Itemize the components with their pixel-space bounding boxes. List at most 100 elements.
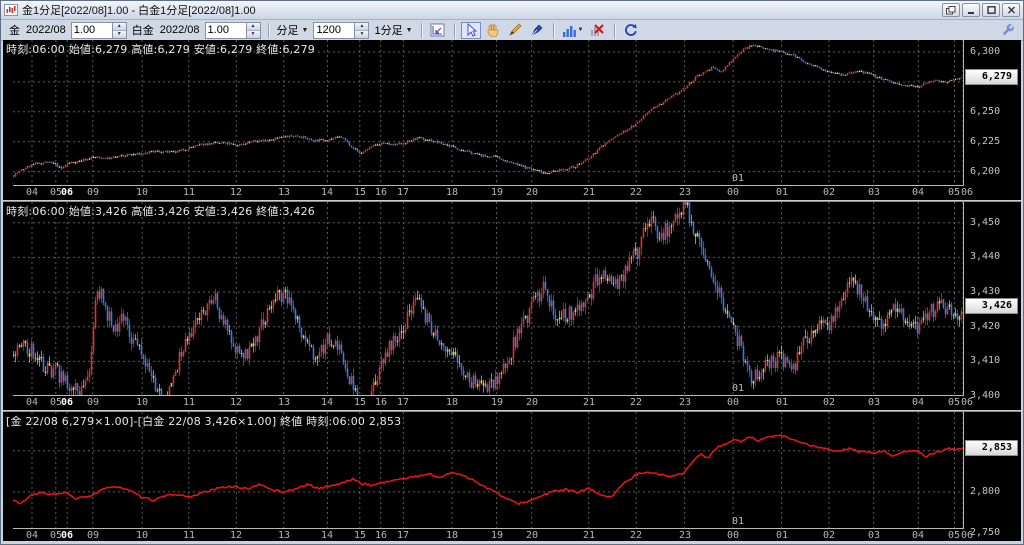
platinum-time-axis: 04 05 06 09 10 11 12 13 14 15 16 17 18 19 20 21 22 23 00 01…	[13, 395, 973, 410]
toolbar: 金 2022/08 ▲▼ 白金 2022/08 ▲▼ 分足 ▼ ▲▼ 1分足 ▼	[1, 20, 1023, 41]
time-tick-label: 04	[25, 397, 39, 408]
time-tick-label: 00	[726, 187, 740, 198]
price-axis-label: 3,400	[970, 390, 1001, 401]
time-tick-label: 21	[582, 530, 596, 541]
close-button[interactable]	[1002, 3, 1020, 17]
gold-time-axis: 04 05 06 09 10 11 12 13 14 15 16 17 18 19 20 21 22 23 00 01…	[13, 185, 973, 200]
time-tick-label: 01	[775, 530, 789, 541]
time-tick-label: 10	[135, 187, 149, 198]
gold-plot[interactable]: 01	[13, 40, 964, 186]
date-marker: 01	[732, 516, 745, 527]
interval-label: 1分足	[374, 25, 403, 37]
bar-type-label: 分足	[276, 25, 299, 37]
gold-multiplier-spinner[interactable]: ▲▼	[70, 21, 127, 39]
spin-down-icon[interactable]: ▼	[355, 30, 369, 38]
refresh-icon[interactable]	[621, 22, 641, 39]
time-tick-label: 00	[726, 530, 740, 541]
spread-info: [金 22/08 6,279×1.00]-[白金 22/08 3,426×1.0…	[6, 415, 402, 428]
chart-crosshair-icon[interactable]	[428, 22, 448, 39]
popout-button[interactable]	[942, 3, 960, 17]
time-tick-label: 01	[775, 187, 789, 198]
minimize-button[interactable]	[962, 3, 980, 17]
spin-down-icon[interactable]: ▼	[112, 30, 126, 38]
titlebar[interactable]: 金1分足[2022/08]1.00 - 白金1分足[2022/08]1.00	[1, 1, 1023, 20]
spin-up-icon[interactable]: ▲	[112, 22, 126, 31]
platinum-price-axis: 3,450 3,440 3,430 3,420 3,410 3,400 3,426	[965, 202, 1021, 410]
chevron-down-icon: ▼	[405, 26, 413, 34]
spread-time-axis: 04 05 06 09 10 11 12 13 14 15 16 17 18 19 20 21 22 23 00 01…	[13, 528, 973, 543]
time-tick-label: 14	[320, 187, 334, 198]
gold-chart-panel[interactable]: 時刻:06:00 始値:6,279 高値:6,279 安値:6,279 終値:6…	[3, 40, 1021, 200]
time-tick-label: 04	[25, 187, 39, 198]
bar-type-dropdown[interactable]: 分足 ▼	[277, 22, 309, 38]
time-tick-label: 05	[947, 187, 961, 198]
time-tick-label: 04	[911, 187, 925, 198]
spin-up-icon[interactable]: ▲	[355, 22, 369, 31]
interval-dropdown[interactable]: 1分足 ▼	[374, 22, 412, 38]
time-tick-label: 15	[353, 397, 367, 408]
time-tick-label: 04	[25, 530, 39, 541]
chart-area: 時刻:06:00 始値:6,279 高値:6,279 安値:6,279 終値:6…	[3, 40, 1021, 541]
platinum-ohlc-info: 時刻:06:00 始値:3,426 高値:3,426 安値:3,426 終値:3…	[6, 205, 315, 218]
time-tick-label: 06	[60, 530, 74, 541]
delete-drawings-icon[interactable]	[588, 22, 608, 39]
spin-down-icon[interactable]: ▼	[246, 30, 260, 38]
price-axis-label: 6,200	[970, 166, 1001, 177]
gold-month-label: 2022/08	[26, 24, 66, 36]
time-tick-label: 12	[229, 530, 243, 541]
time-tick-label: 01	[775, 397, 789, 408]
time-tick-label: 09	[86, 397, 100, 408]
spin-up-icon[interactable]: ▲	[246, 22, 260, 31]
platinum-multiplier-spinner[interactable]: ▲▼	[204, 21, 261, 39]
time-tick-label: 06	[60, 187, 74, 198]
price-axis-label: 6,225	[970, 136, 1001, 147]
toolbar-separator	[420, 22, 422, 38]
time-tick-label: 19	[490, 397, 504, 408]
time-tick-label: 09	[86, 530, 100, 541]
time-tick-label: 02	[822, 397, 836, 408]
time-tick-label: 06	[60, 397, 74, 408]
time-tick-label: 03	[867, 397, 881, 408]
maximize-button[interactable]	[982, 3, 1000, 17]
pencil-draw-icon[interactable]	[505, 22, 525, 39]
time-tick-label: 10	[135, 397, 149, 408]
bar-count-spinner[interactable]: ▲▼	[313, 21, 370, 39]
time-tick-label: 11	[182, 397, 196, 408]
platinum-multiplier-input[interactable]	[205, 22, 246, 38]
time-tick-label: 11	[182, 187, 196, 198]
bar-chart-type-icon[interactable]: ▼	[560, 22, 586, 39]
gold-multiplier-input[interactable]	[71, 22, 112, 38]
bar-count-input[interactable]	[314, 22, 355, 38]
toolbar-separator	[267, 22, 269, 38]
price-axis-label: 3,410	[970, 355, 1001, 366]
time-tick-label: 22	[629, 187, 643, 198]
pen-draw-icon[interactable]	[527, 22, 547, 39]
platinum-plot[interactable]: 01	[13, 202, 964, 396]
time-tick-label: 05	[947, 397, 961, 408]
date-marker: 01	[732, 383, 745, 394]
time-tick-label: 13	[277, 530, 291, 541]
time-tick-label: 13	[277, 187, 291, 198]
gold-symbol-label: 金	[9, 25, 20, 37]
time-tick-label: 11	[182, 530, 196, 541]
platinum-chart-panel[interactable]: 時刻:06:00 始値:3,426 高値:3,426 安値:3,426 終値:3…	[3, 202, 1021, 410]
time-tick-label: 05	[947, 530, 961, 541]
time-tick-label: 17	[396, 187, 410, 198]
spread-plot[interactable]: 01	[13, 412, 964, 529]
date-marker: 01	[732, 173, 745, 184]
time-tick-label: 23	[678, 397, 692, 408]
app-window: 金1分足[2022/08]1.00 - 白金1分足[2022/08]1.00 金…	[0, 0, 1024, 545]
time-tick-label: 10	[135, 530, 149, 541]
time-tick-label: 00	[726, 397, 740, 408]
time-tick-label: 04	[911, 530, 925, 541]
time-tick-label: 20	[525, 530, 539, 541]
time-tick-label: 13	[277, 397, 291, 408]
time-tick-label: 12	[229, 397, 243, 408]
hand-pan-icon[interactable]	[483, 22, 503, 39]
select-cursor-icon[interactable]	[460, 21, 481, 39]
settings-wrench-icon[interactable]	[997, 22, 1017, 39]
current-price-box: 2,853	[965, 440, 1018, 456]
price-axis-label: 3,430	[970, 286, 1001, 297]
spread-chart-panel[interactable]: [金 22/08 6,279×1.00]-[白金 22/08 3,426×1.0…	[3, 412, 1021, 543]
gold-ohlc-info: 時刻:06:00 始値:6,279 高値:6,279 安値:6,279 終値:6…	[6, 43, 315, 56]
